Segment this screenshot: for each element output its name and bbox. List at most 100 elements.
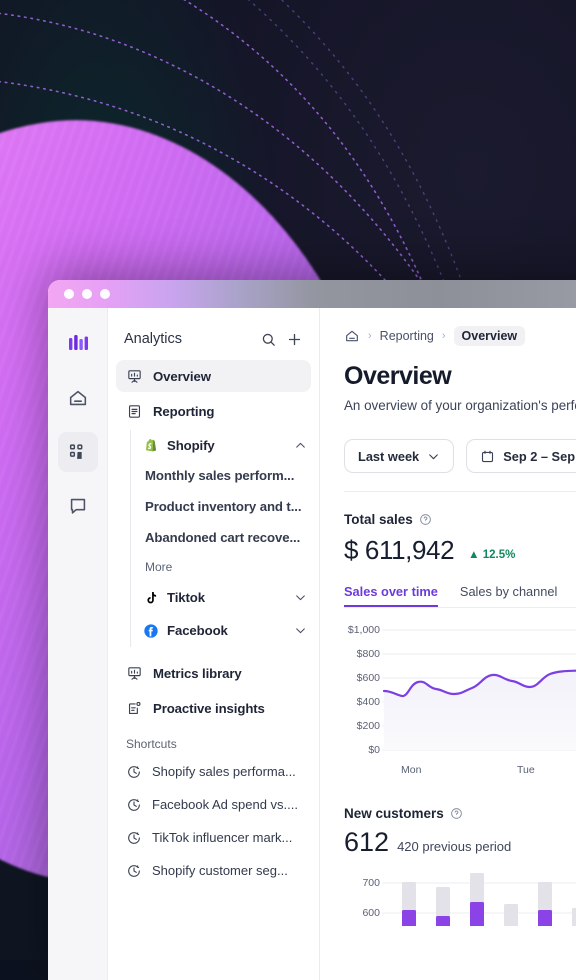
shortcut-item[interactable]: Shopify customer seg...	[116, 854, 311, 887]
chevron-down-icon[interactable]	[294, 624, 307, 637]
traffic-light-close[interactable]	[64, 289, 74, 299]
bars-current	[402, 902, 552, 926]
calendar-icon	[480, 449, 495, 464]
tab-sales-by-channel[interactable]: Sales by channel	[460, 584, 557, 607]
sidebar-item-label: Reporting	[153, 404, 214, 419]
total-sales-value-row: $ 611,942 ▲ 12.5%	[344, 535, 576, 566]
nodes-icon	[67, 441, 89, 463]
y-tick-label: $1,000	[344, 624, 380, 636]
y-tick-label: $800	[344, 648, 380, 660]
new-customers-previous: 420 previous period	[397, 839, 511, 854]
sidebar-item-proactive-insights[interactable]: Proactive insights	[116, 692, 311, 724]
rail-home[interactable]	[58, 378, 98, 418]
clock-history-icon	[126, 797, 142, 813]
search-icon[interactable]	[255, 326, 281, 352]
divider	[344, 491, 576, 492]
date-range-preset-dropdown[interactable]: Last week	[344, 439, 454, 473]
chevron-down-icon[interactable]	[294, 591, 307, 604]
breadcrumb-separator: ›	[368, 330, 372, 342]
sidebar-subitem[interactable]: Monthly sales perform...	[143, 460, 311, 491]
shortcut-item[interactable]: TikTok influencer mark...	[116, 821, 311, 854]
y-tick-label: $200	[344, 720, 380, 732]
new-customers-chart: 700 600	[344, 866, 576, 926]
report-document-icon	[126, 403, 143, 420]
y-tick-label: 700	[344, 877, 380, 889]
question-circle-icon[interactable]	[419, 513, 432, 526]
breadcrumb-item-reporting[interactable]: Reporting	[380, 329, 434, 343]
sidebar: Analytics Ove	[108, 308, 320, 980]
sidebar-item-overview[interactable]: Overview	[116, 360, 311, 392]
insight-document-icon	[126, 700, 143, 717]
traffic-light-minimize[interactable]	[82, 289, 92, 299]
chevron-up-icon[interactable]	[294, 439, 307, 452]
sidebar-header: Analytics	[116, 318, 311, 360]
chevron-down-icon	[427, 450, 440, 463]
plus-icon[interactable]	[281, 326, 307, 352]
breadcrumb-item-overview[interactable]: Overview	[454, 326, 526, 346]
sidebar-group-label: Facebook	[167, 623, 286, 638]
shortcut-label: Shopify sales performa...	[152, 764, 296, 779]
new-customers-header: New customers	[344, 806, 576, 821]
sales-over-time-chart: $1,000 $800 $600 $400 $200 $0 Mon Tue	[344, 618, 576, 778]
traffic-light-zoom[interactable]	[100, 289, 110, 299]
y-tick-label: 600	[344, 907, 380, 919]
home-icon	[67, 387, 89, 409]
sidebar-item-label: Metrics library	[153, 666, 242, 681]
sidebar-group-facebook[interactable]: Facebook	[143, 614, 311, 647]
new-customers-value-row: 612 420 previous period	[344, 827, 576, 858]
y-tick-label: $0	[344, 744, 380, 756]
x-tick-label: Tue	[517, 764, 535, 776]
page-title: Overview	[344, 362, 576, 391]
window-titlebar	[48, 280, 576, 308]
date-range-preset-label: Last week	[358, 449, 419, 464]
total-sales-delta: ▲ 12.5%	[468, 549, 515, 566]
presentation-chart-icon	[126, 665, 143, 682]
tab-sales-over-time[interactable]: Sales over time	[344, 584, 438, 607]
sidebar-subitem[interactable]: Product inventory and t...	[143, 491, 311, 522]
rail-workflows[interactable]	[58, 432, 98, 472]
main-content: › Reporting › Overview Overview An overv…	[320, 308, 576, 980]
y-tick-label: $600	[344, 672, 380, 684]
sidebar-item-metrics-library[interactable]: Metrics library	[116, 657, 311, 689]
sidebar-group-label: Shopify	[167, 438, 286, 453]
chat-bubble-icon	[67, 495, 89, 517]
clock-history-icon	[126, 830, 142, 846]
shopify-icon	[143, 437, 159, 453]
breadcrumb: › Reporting › Overview	[344, 324, 576, 348]
question-circle-icon[interactable]	[450, 807, 463, 820]
breadcrumb-separator: ›	[442, 330, 446, 342]
page-subtitle: An overview of your organization's perfo…	[344, 398, 576, 413]
sidebar-item-label: Overview	[153, 369, 211, 384]
new-customers-value: 612	[344, 827, 389, 858]
shortcut-item[interactable]: Facebook Ad spend vs....	[116, 788, 311, 821]
date-range-picker[interactable]: Sep 2 – Sep 8	[466, 439, 576, 473]
sidebar-more-link[interactable]: More	[143, 553, 311, 581]
facebook-icon	[143, 623, 159, 639]
sidebar-item-label: Proactive insights	[153, 701, 265, 716]
sidebar-group-list: Shopify Monthly sales perform... Product…	[130, 430, 311, 647]
clock-history-icon	[126, 764, 142, 780]
rail-messages[interactable]	[58, 486, 98, 526]
clock-history-icon	[126, 863, 142, 879]
shortcut-label: Shopify customer seg...	[152, 863, 288, 878]
new-customers-label: New customers	[344, 806, 444, 821]
tiktok-icon	[143, 590, 159, 606]
home-icon[interactable]	[344, 328, 360, 344]
sidebar-group-tiktok[interactable]: Tiktok	[143, 581, 311, 614]
shortcut-label: Facebook Ad spend vs....	[152, 797, 298, 812]
total-sales-label: Total sales	[344, 512, 413, 527]
filter-controls: Last week Sep 2 – Sep 8 co	[344, 439, 576, 473]
rail-logo[interactable]	[58, 324, 98, 364]
bar-chart-logo-icon	[67, 334, 89, 354]
sidebar-group-label: Tiktok	[167, 590, 286, 605]
app-window: Analytics Ove	[48, 280, 576, 980]
y-tick-label: $400	[344, 696, 380, 708]
shortcut-item[interactable]: Shopify sales performa...	[116, 755, 311, 788]
new-customers-card: New customers 612 420 previous period	[344, 806, 576, 926]
icon-rail	[48, 308, 108, 980]
shortcuts-heading: Shortcuts	[116, 727, 311, 755]
sidebar-item-reporting[interactable]: Reporting	[116, 395, 311, 427]
sidebar-subitem[interactable]: Abandoned cart recove...	[143, 522, 311, 553]
sidebar-group-shopify[interactable]: Shopify	[143, 430, 311, 460]
x-tick-label: Mon	[401, 764, 421, 776]
